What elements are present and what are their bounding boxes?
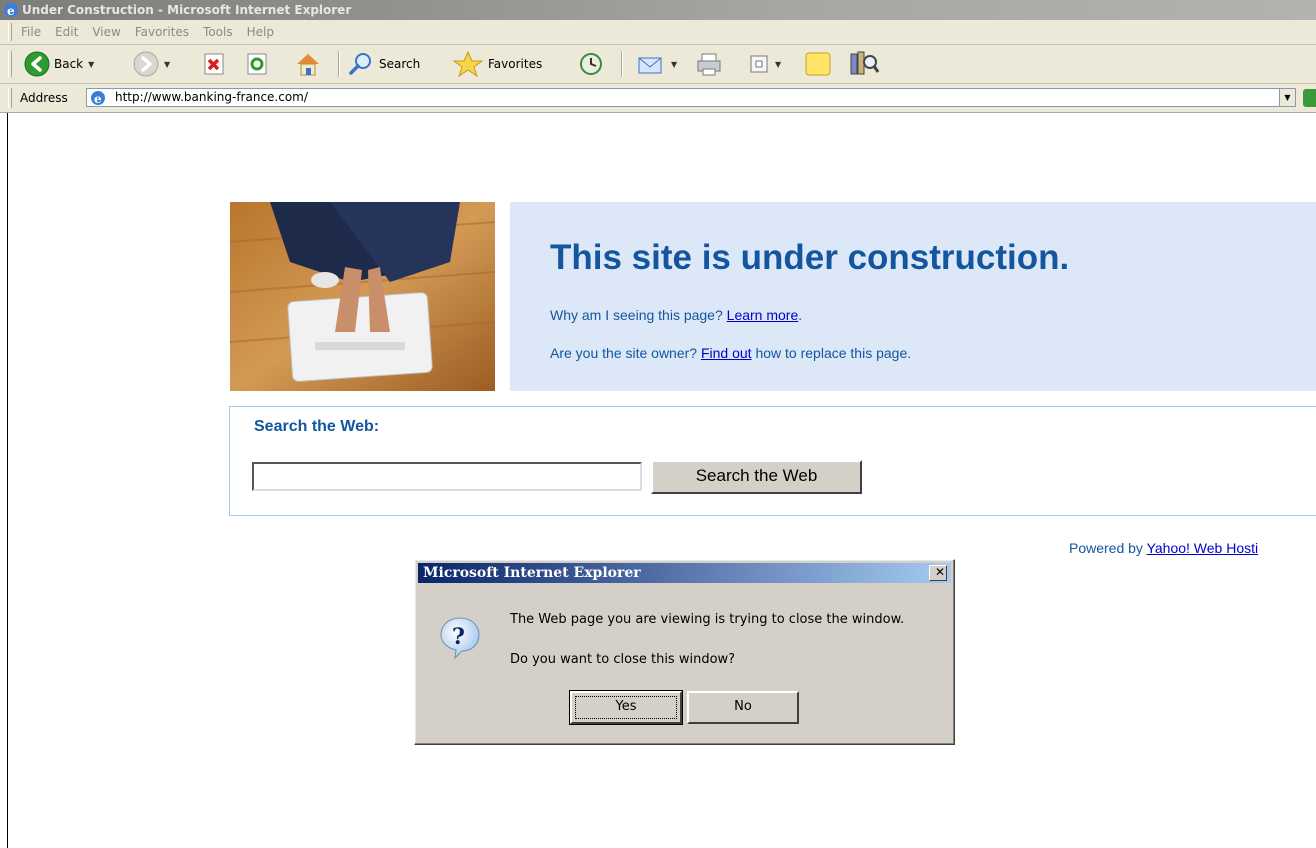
menu-view[interactable]: View: [85, 20, 127, 44]
menu-help[interactable]: Help: [240, 20, 281, 44]
owner-paragraph: Are you the site owner? Find out how to …: [550, 345, 911, 361]
discuss-button[interactable]: [803, 49, 833, 79]
search-web-title: Search the Web:: [254, 418, 380, 435]
stop-icon: [204, 53, 224, 75]
powered-by: Powered by Yahoo! Web Hosti: [1069, 540, 1258, 556]
research-button[interactable]: [848, 49, 880, 79]
dialog-title: Microsoft Internet Explorer: [423, 565, 641, 581]
mail-icon: [638, 57, 662, 74]
refresh-button[interactable]: [246, 49, 270, 79]
standard-toolbar: Back ▼ ▼ Search Favorites ▼ ▼: [0, 45, 1316, 84]
no-label: No: [734, 699, 752, 714]
history-icon: [580, 53, 602, 75]
refresh-icon: [247, 53, 267, 75]
addressbar-grip[interactable]: [8, 88, 12, 108]
forward-button[interactable]: ▼: [133, 49, 170, 79]
menu-tools[interactable]: Tools: [196, 20, 240, 44]
stop-button[interactable]: [203, 49, 227, 79]
home-icon: [297, 54, 319, 76]
hero-banner: This site is under construction. Why am …: [510, 202, 1316, 391]
menu-bar: File Edit View Favorites Tools Help: [0, 20, 1316, 45]
search-icon: [349, 53, 371, 75]
address-dropdown-icon[interactable]: ▼: [1279, 88, 1296, 107]
edit-page-icon: [750, 55, 768, 73]
address-label: Address: [20, 91, 68, 105]
yahoo-hosting-link[interactable]: Yahoo! Web Hosti: [1147, 540, 1259, 556]
back-button[interactable]: Back ▼: [24, 49, 94, 79]
why-paragraph: Why am I seeing this page? Learn more.: [550, 307, 802, 323]
forward-arrow-icon: [133, 51, 159, 77]
svg-text:e: e: [7, 4, 15, 18]
back-dropdown-icon[interactable]: ▼: [88, 60, 94, 69]
menubar-grip[interactable]: [8, 23, 12, 41]
why-text: Why am I seeing this page?: [550, 307, 727, 323]
question-icon: ?: [440, 617, 480, 660]
printer-icon: [697, 53, 721, 76]
menu-favorites[interactable]: Favorites: [128, 20, 196, 44]
close-window-dialog: Microsoft Internet Explorer ✕ ? The Web …: [414, 559, 955, 745]
ie-logo-icon: e: [4, 3, 18, 18]
dialog-message-question: Do you want to close this window?: [510, 652, 736, 667]
back-label: Back: [54, 57, 84, 71]
menu-edit[interactable]: Edit: [48, 20, 85, 44]
yes-focus-ring: [575, 696, 677, 719]
laptop-user-photo: [230, 202, 495, 391]
svg-text:e: e: [94, 92, 102, 106]
svg-text:?: ?: [452, 624, 465, 650]
search-label: Search: [379, 57, 421, 71]
search-web-input[interactable]: [252, 462, 642, 491]
back-arrow-icon: [24, 51, 50, 77]
edit-dropdown-icon[interactable]: ▼: [775, 60, 781, 69]
dialog-close-button[interactable]: ✕: [929, 565, 947, 581]
no-button[interactable]: No: [687, 691, 799, 724]
find-out-link[interactable]: Find out: [701, 345, 752, 361]
search-web-panel: Search the Web: Search the Web: [229, 406, 1316, 516]
dialog-message-primary: The Web page you are viewing is trying t…: [510, 612, 905, 627]
address-field[interactable]: e http://www.banking-france.com/ ▼: [86, 88, 1296, 107]
search-web-button[interactable]: Search the Web: [651, 460, 862, 494]
window-titlebar[interactable]: e Under Construction - Microsoft Interne…: [0, 0, 1316, 20]
learn-more-link[interactable]: Learn more: [727, 307, 799, 323]
history-button[interactable]: [576, 49, 606, 79]
favorites-label: Favorites: [488, 57, 543, 71]
star-icon: [452, 50, 484, 78]
page-headline: This site is under construction.: [550, 238, 1070, 277]
go-button[interactable]: [1303, 89, 1316, 107]
favorites-button[interactable]: Favorites: [452, 49, 542, 79]
powered-text: Powered by: [1069, 540, 1147, 556]
owner-end: how to replace this page.: [751, 345, 912, 361]
mail-button[interactable]: ▼: [636, 49, 677, 79]
yes-button[interactable]: Yes: [569, 690, 683, 725]
dialog-titlebar[interactable]: Microsoft Internet Explorer ✕: [418, 563, 951, 583]
home-button[interactable]: [294, 49, 322, 79]
search-button[interactable]: Search: [347, 49, 420, 79]
menu-file[interactable]: File: [14, 20, 48, 44]
address-bar: Address e http://www.banking-france.com/…: [0, 84, 1316, 113]
print-button[interactable]: [694, 49, 724, 79]
window-title: Under Construction - Microsoft Internet …: [22, 3, 352, 17]
ie-page-icon: e: [91, 91, 105, 106]
mail-dropdown-icon[interactable]: ▼: [671, 60, 677, 69]
edit-button[interactable]: ▼: [748, 49, 781, 79]
research-books-icon: [850, 51, 880, 75]
why-end: .: [798, 307, 803, 323]
forward-dropdown-icon[interactable]: ▼: [164, 60, 170, 69]
close-icon: ✕: [935, 565, 946, 579]
address-url[interactable]: http://www.banking-france.com/: [115, 89, 308, 106]
owner-text: Are you the site owner?: [550, 345, 701, 361]
viewport-border: [7, 113, 8, 848]
note-icon: [805, 52, 831, 76]
toolbar-grip[interactable]: [8, 51, 12, 77]
